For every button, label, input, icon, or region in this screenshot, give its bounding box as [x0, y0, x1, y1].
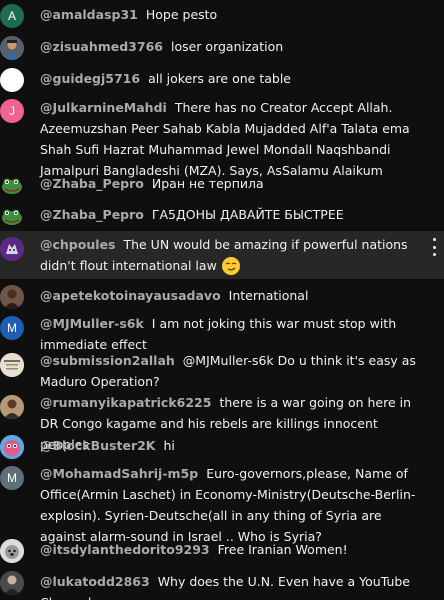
message-author[interactable]: @chpoules	[40, 237, 115, 252]
frog-avatar-icon	[2, 209, 22, 225]
chat-message[interactable]: A @amaldasp31 Hope pesto	[0, 4, 444, 28]
message-author[interactable]: @rumanyikapatrick6225	[40, 395, 211, 410]
message-author[interactable]: @Zhaba_Pepro	[40, 207, 144, 222]
message-author[interactable]: @itsdylanthedorito9293	[40, 542, 210, 557]
person-avatar-icon	[0, 285, 24, 309]
message-author[interactable]: @zisuahmed3766	[40, 39, 163, 54]
message-author[interactable]: @Zhaba_Pepro	[40, 176, 144, 191]
message-text: ГА5ДОНЫ ДАВАЙТЕ БЫСТРЕЕ	[151, 207, 344, 222]
chat-message[interactable]: @zisuahmed3766 loser organization	[0, 36, 444, 60]
book-cover-avatar-icon	[0, 353, 24, 377]
avatar[interactable]	[0, 285, 24, 309]
chat-message[interactable]: @chpoules The UN would be amazing if powe…	[0, 231, 444, 279]
avatar[interactable]: M	[0, 466, 24, 490]
message-author[interactable]: @JulkarnineMahdi	[40, 100, 167, 115]
avatar[interactable]: J	[0, 99, 24, 123]
frog-avatar-icon	[2, 178, 22, 194]
message-author[interactable]: @amaldasp31	[40, 7, 138, 22]
message-author[interactable]: @lukatodd2863	[40, 574, 150, 589]
message-text: Free Iranian Women!	[217, 542, 348, 557]
chat-message[interactable]: @Zhaba_Pepro ГА5ДОНЫ ДАВАЙТЕ БЫСТРЕЕ	[0, 204, 444, 228]
avatar[interactable]	[0, 435, 24, 459]
dog-avatar-icon	[0, 539, 24, 563]
chat-message[interactable]: @Zhaba_Pepro Иран не терпила	[0, 173, 444, 197]
person-avatar-icon	[0, 36, 24, 60]
chat-message[interactable]: @itsdylanthedorito9293 Free Iranian Women…	[0, 539, 444, 563]
smirking-face-icon	[221, 256, 241, 276]
avatar[interactable]: A	[0, 4, 24, 28]
avatar[interactable]	[0, 571, 24, 595]
chat-message[interactable]: @BlockBuster2K hi	[0, 435, 444, 459]
message-text: all jokers are one table	[148, 71, 291, 86]
person-avatar-icon	[0, 395, 24, 419]
chat-message[interactable]: M @MohamadSahrij-m5p Euro-governors,pleas…	[0, 463, 444, 547]
chat-message[interactable]: @apetekotoinayausadavo International	[0, 285, 444, 309]
message-author[interactable]: @MJMuller-s6k	[40, 316, 144, 331]
chat-message[interactable]: M @MJMuller-s6k I am not joking this war …	[0, 313, 444, 355]
avatar[interactable]	[0, 36, 24, 60]
avatar[interactable]: M	[0, 316, 24, 340]
message-text: loser organization	[170, 39, 284, 54]
message-text: hi	[163, 438, 175, 453]
avatar[interactable]	[0, 237, 24, 261]
avatar[interactable]	[0, 395, 24, 419]
message-author[interactable]: @BlockBuster2K	[40, 438, 156, 453]
avatar[interactable]	[0, 539, 24, 563]
chat-message[interactable]: J @JulkarnineMahdi There has no Creator A…	[0, 97, 444, 181]
chat-message[interactable]: @guidegj5716 all jokers are one table	[0, 68, 444, 92]
message-author[interactable]: @apetekotoinayausadavo	[40, 288, 221, 303]
avatar[interactable]	[0, 353, 24, 377]
cartoon-avatar-icon	[0, 435, 24, 459]
fox-avatar-icon	[0, 237, 24, 261]
message-text: Иран не терпила	[151, 176, 264, 191]
chat-message[interactable]: @submission2allah @MJMuller-s6k Do u thin…	[0, 350, 444, 392]
chat-message[interactable]: @lukatodd2863 Why does the U.N. Even have…	[0, 571, 444, 600]
message-text: International	[228, 288, 309, 303]
message-author[interactable]: @submission2allah	[40, 353, 175, 368]
avatar[interactable]	[0, 173, 24, 197]
more-vertical-icon[interactable]	[428, 237, 440, 257]
avatar[interactable]	[0, 68, 24, 92]
message-author[interactable]: @MohamadSahrij-m5p	[40, 466, 198, 481]
avatar[interactable]	[0, 204, 24, 228]
message-author[interactable]: @guidegj5716	[40, 71, 140, 86]
person-avatar-icon	[0, 571, 24, 595]
live-chat-feed: A @amaldasp31 Hope pesto @zisuahmed3766 lo…	[0, 0, 444, 600]
message-text: Hope pesto	[145, 7, 218, 22]
